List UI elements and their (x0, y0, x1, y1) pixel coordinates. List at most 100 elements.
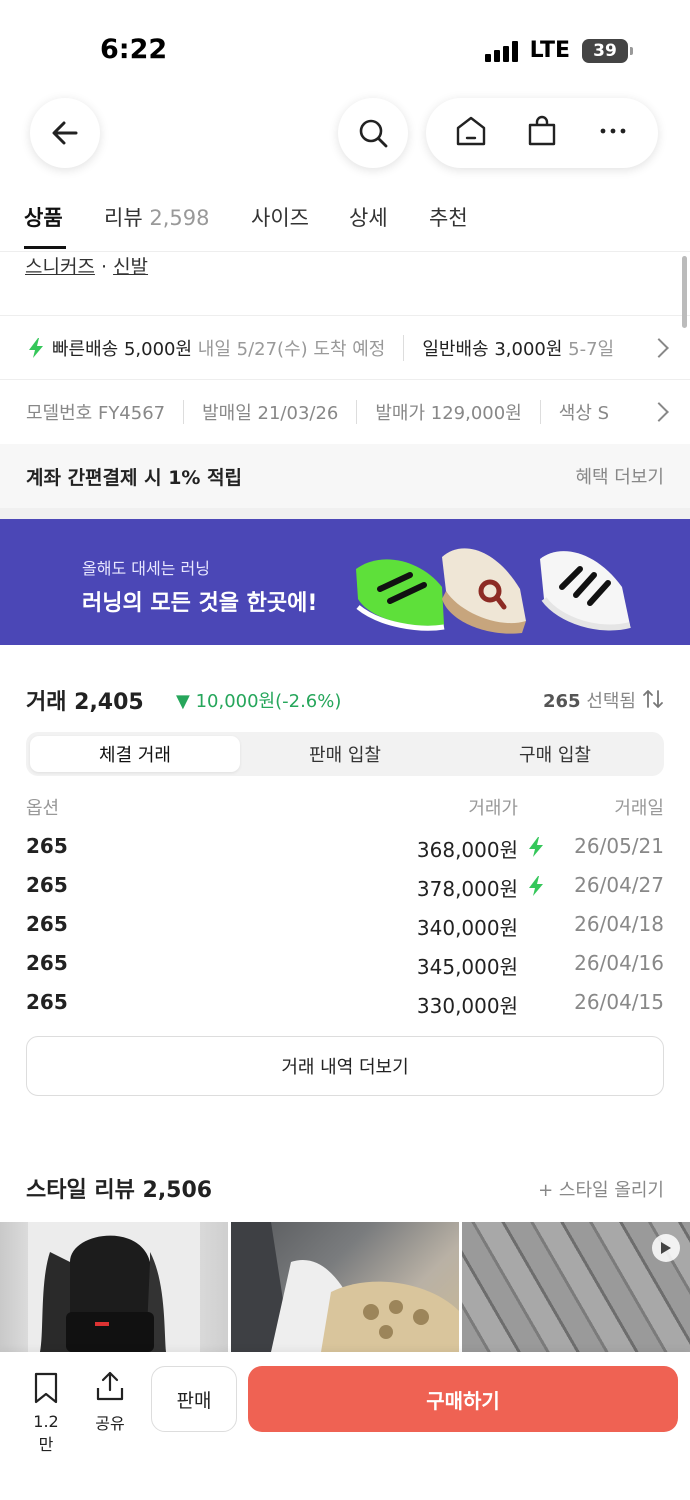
row-option: 265 (26, 912, 68, 936)
search-icon (359, 119, 388, 148)
category-shoes-link[interactable]: 신발 (113, 256, 148, 278)
more-button[interactable] (596, 114, 630, 152)
selected-label: 선택됨 (586, 691, 636, 712)
category-separator: · (100, 256, 108, 278)
signal-icon (484, 40, 518, 62)
selected-size: 265 (543, 691, 581, 712)
column-date: 거래일 (614, 798, 664, 819)
tab-recommend-label: 추천 (429, 206, 468, 230)
sell-button[interactable]: 판매 (151, 1366, 237, 1432)
segment-completed-trades[interactable]: 체결 거래 (30, 736, 240, 772)
style-review-title: 스타일 리뷰 2,506 (26, 1178, 213, 1203)
nav-actions-group (426, 98, 658, 168)
row-option: 265 (26, 990, 68, 1014)
trade-type-segmented: 체결 거래 판매 입찰 구매 입찰 (26, 732, 664, 776)
tab-size[interactable]: 사이즈 (251, 202, 309, 232)
release-price: 발매가 129,000원 (375, 403, 522, 424)
shipping-info[interactable]: 빠른배송 5,000원 내일 5/27(수) 도착 예정 일반배송 3,000원… (0, 320, 690, 376)
fast-shipping-eta: 내일 5/27(수) 도착 예정 (197, 339, 386, 360)
lightning-icon (29, 338, 43, 358)
segment-buy-bids[interactable]: 구매 입찰 (450, 736, 660, 772)
breadcrumb: 스니커즈 · 신발 (25, 252, 148, 279)
style-thumbnail[interactable] (0, 1222, 228, 1352)
table-row: 265 340,000원 26/04/18 (26, 912, 664, 942)
cart-button[interactable] (525, 114, 559, 152)
row-date: 26/04/27 (574, 873, 664, 897)
model-number: 모델번호 FY4567 (26, 403, 166, 424)
row-date: 26/05/21 (574, 834, 664, 858)
tab-recommend[interactable]: 추천 (429, 202, 468, 232)
backpack-photo (28, 1222, 200, 1352)
normal-shipping-label: 일반배송 3,000원 (422, 339, 563, 360)
buy-button[interactable]: 구매하기 (248, 1366, 678, 1432)
row-price: 345,000원 (416, 955, 518, 979)
tab-detail[interactable]: 상세 (349, 202, 388, 232)
row-price: 378,000원 (416, 877, 518, 901)
bookmark-button[interactable]: 1.2만 (26, 1372, 66, 1455)
promo-banner[interactable]: 올해도 대세는 러닝 러닝의 모든 것을 한곳에! (0, 519, 690, 645)
style-review-thumbnails (0, 1222, 690, 1352)
divider (403, 335, 405, 361)
home-icon (457, 116, 486, 146)
shoe-photo (231, 1222, 459, 1352)
segment-sell-bids[interactable]: 판매 입찰 (240, 736, 450, 772)
trade-summary: 거래 2,405 ▼ 10,000원(-2.6%) 265 선택됨 (26, 684, 664, 715)
section-gap (0, 508, 690, 519)
trade-table-header: 옵션 거래가 거래일 (26, 794, 664, 820)
back-button[interactable] (30, 98, 100, 168)
network-label: LTE (529, 38, 570, 63)
row-option: 265 (26, 873, 68, 897)
divider (356, 400, 358, 424)
category-sneakers-link[interactable]: 스니커즈 (25, 256, 95, 278)
benefit-more-link[interactable]: 혜택 더보기 (575, 463, 664, 489)
product-specs[interactable]: 모델번호 FY4567 발매일 21/03/26 발매가 129,000원 색상… (0, 384, 690, 440)
tab-detail-label: 상세 (349, 206, 388, 230)
more-dots-icon (600, 128, 626, 134)
row-price: 340,000원 (416, 916, 518, 940)
normal-shipping-eta: 5-7일 (568, 339, 615, 360)
table-row: 265 330,000원 26/04/15 (26, 990, 664, 1020)
divider (0, 315, 690, 316)
table-row: 265 345,000원 26/04/16 (26, 951, 664, 981)
home-button[interactable] (454, 114, 488, 152)
back-arrow-icon (52, 121, 78, 145)
payment-benefit-bar[interactable]: 계좌 간편결제 시 1% 적립 혜택 더보기 (0, 444, 690, 508)
tab-product-label: 상품 (24, 206, 63, 230)
shopping-bag-icon (528, 115, 556, 146)
scrollbar[interactable] (682, 256, 687, 328)
sort-arrows-icon[interactable] (642, 688, 664, 710)
column-option: 옵션 (26, 798, 60, 819)
lightning-icon (529, 837, 543, 857)
banner-subtitle: 올해도 대세는 러닝 (82, 559, 210, 578)
bookmark-icon (34, 1372, 58, 1404)
share-button[interactable]: 공유 (92, 1370, 128, 1434)
row-date: 26/04/16 (574, 951, 664, 975)
tab-review-label: 리뷰 (104, 206, 143, 230)
tab-review[interactable]: 리뷰 2,598 (104, 202, 209, 232)
tab-indicator (24, 246, 66, 249)
lightning-icon (529, 876, 543, 896)
tab-product[interactable]: 상품 (24, 202, 63, 232)
tab-review-count: 2,598 (149, 206, 210, 230)
benefit-title: 계좌 간편결제 시 1% 적립 (26, 466, 243, 489)
divider (0, 379, 690, 380)
row-date: 26/04/15 (574, 990, 664, 1014)
share-icon (96, 1371, 124, 1401)
bottom-action-bar: 1.2만 공유 판매 구매하기 (0, 1352, 690, 1500)
play-icon (652, 1234, 680, 1262)
banner-title: 러닝의 모든 것을 한곳에! (82, 591, 318, 616)
share-label: 공유 (95, 1414, 125, 1433)
row-date: 26/04/18 (574, 912, 664, 936)
trade-history-more-button[interactable]: 거래 내역 더보기 (26, 1036, 664, 1096)
status-icons: LTE 39 (484, 38, 633, 63)
release-date: 발매일 21/03/26 (202, 403, 339, 424)
row-price: 330,000원 (416, 994, 518, 1018)
trade-count: 거래 2,405 (26, 690, 144, 715)
size-selector[interactable]: 265 선택됨 (543, 687, 636, 713)
divider (183, 400, 185, 424)
style-thumbnail[interactable] (462, 1222, 690, 1352)
style-review-header: 스타일 리뷰 2,506 + 스타일 올리기 (26, 1172, 664, 1204)
search-button[interactable] (338, 98, 408, 168)
style-upload-link[interactable]: + 스타일 올리기 (538, 1176, 664, 1202)
style-thumbnail[interactable] (231, 1222, 459, 1352)
